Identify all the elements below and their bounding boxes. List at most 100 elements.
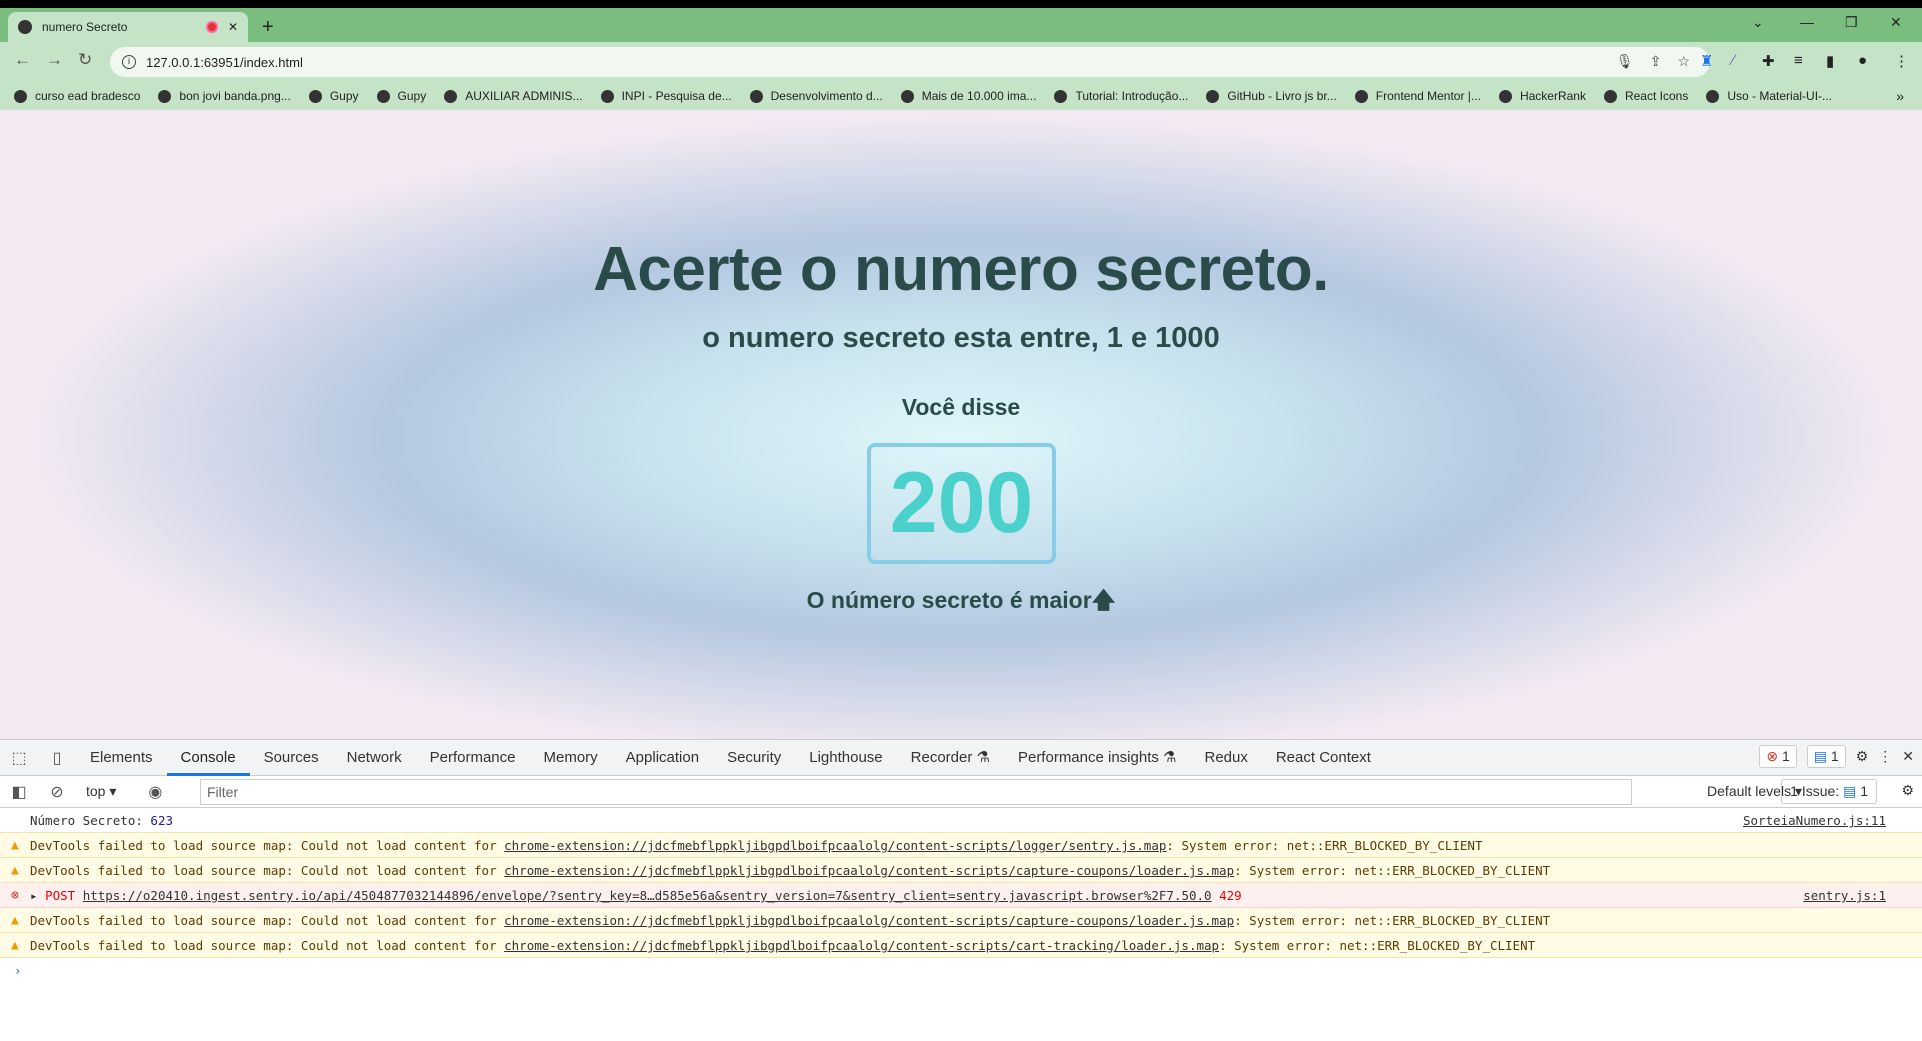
close-window-button[interactable]: ✕ bbox=[1890, 14, 1902, 31]
issues-button[interactable]: 1 Issue: ▤ 1 bbox=[1781, 779, 1877, 804]
tab-redux[interactable]: Redux bbox=[1190, 740, 1261, 776]
reload-icon[interactable]: ↻ bbox=[78, 50, 92, 70]
tab-performance-insights[interactable]: Performance insights ⚗ bbox=[1004, 740, 1191, 776]
eye-icon[interactable]: ◉ bbox=[136, 782, 174, 802]
tab-elements[interactable]: Elements bbox=[76, 740, 167, 776]
bookmark-item[interactable]: AUXILIAR ADMINIS... bbox=[444, 89, 583, 103]
browser-toolbar: ← → ↻ i 127.0.0.1:63951/index.html 🎙 ⇪ ☆… bbox=[0, 42, 1922, 82]
source-map-link[interactable]: chrome-extension://jdcfmebflppkljibgpdlb… bbox=[504, 838, 1166, 853]
warning-suffix: : System error: net::ERR_BLOCKED_BY_CLIE… bbox=[1166, 838, 1483, 853]
clear-console-icon[interactable]: ⊘ bbox=[38, 782, 76, 802]
result-message: O número secreto é maior🡅 bbox=[0, 584, 1922, 623]
side-panel-icon[interactable]: ▮ bbox=[1826, 52, 1834, 70]
tab-lighthouse[interactable]: Lighthouse bbox=[795, 740, 896, 776]
console-settings-icon[interactable]: ⚙ bbox=[1901, 782, 1914, 799]
info-icon[interactable]: i bbox=[122, 55, 136, 69]
bookmark-item[interactable]: Gupy bbox=[308, 89, 359, 103]
console-toolbar: ◧ ⊘ top ▾ ◉ Filter Default levels ▾ 1 Is… bbox=[0, 776, 1922, 808]
source-link[interactable]: sentry.js:1 bbox=[1803, 883, 1886, 908]
close-tab-icon[interactable]: ✕ bbox=[228, 20, 238, 34]
context-value: top bbox=[86, 783, 106, 799]
forward-icon[interactable]: → bbox=[46, 50, 63, 70]
error-count-badge[interactable]: ⊗ 1 bbox=[1759, 745, 1797, 768]
bookmark-item[interactable]: Gupy bbox=[376, 89, 426, 103]
menu-icon[interactable]: ⋮ bbox=[1894, 52, 1909, 70]
tab-console[interactable]: Console bbox=[166, 740, 250, 776]
filter-input[interactable]: Filter bbox=[200, 779, 1632, 805]
error-url-link[interactable]: https://o20410.ingest.sentry.io/api/4504… bbox=[83, 888, 1212, 903]
avatar[interactable]: ● bbox=[1858, 52, 1867, 69]
tab-sources[interactable]: Sources bbox=[250, 740, 333, 776]
console-warning: ▲ DevTools failed to load source map: Cou… bbox=[0, 858, 1922, 883]
new-tab-button[interactable]: + bbox=[262, 16, 274, 39]
console-prompt[interactable]: › bbox=[0, 958, 1922, 983]
bookmark-item[interactable]: Desenvolvimento d... bbox=[749, 89, 883, 103]
tab-security[interactable]: Security bbox=[713, 740, 795, 776]
tab-performance[interactable]: Performance bbox=[416, 740, 530, 776]
source-link[interactable]: SorteiaNumero.js:11 bbox=[1743, 808, 1886, 833]
bookmark-label: bon jovi banda.png... bbox=[179, 89, 291, 103]
log-text: Número Secreto: bbox=[30, 813, 151, 828]
bookmark-item[interactable]: GitHub - Livro js br... bbox=[1206, 89, 1337, 103]
error-status: 429 bbox=[1219, 888, 1242, 903]
bookmark-item[interactable]: bon jovi banda.png... bbox=[158, 89, 291, 103]
sidebar-toggle-icon[interactable]: ◧ bbox=[0, 782, 38, 802]
bookmark-item[interactable]: React Icons bbox=[1603, 89, 1688, 103]
tab-search-icon[interactable]: ⌄ bbox=[1752, 14, 1764, 31]
back-icon[interactable]: ← bbox=[14, 50, 31, 70]
page-subtitle: o numero secreto esta entre, 1 e 1000 bbox=[702, 322, 1220, 354]
arrow-up-icon: 🡅 bbox=[1091, 587, 1116, 613]
tab-memory[interactable]: Memory bbox=[530, 740, 612, 776]
media-icon[interactable]: ≡ bbox=[1794, 52, 1803, 69]
tab-react-context[interactable]: React Context bbox=[1262, 740, 1385, 776]
console-log: Número Secreto: 623 SorteiaNumero.js:11 bbox=[0, 808, 1922, 833]
minimize-button[interactable]: — bbox=[1800, 14, 1814, 30]
tab-application[interactable]: Application bbox=[612, 740, 713, 776]
console-warning: ▲ DevTools failed to load source map: Cou… bbox=[0, 908, 1922, 933]
log-value: 623 bbox=[150, 813, 173, 828]
context-select[interactable]: top ▾ bbox=[86, 783, 116, 800]
source-map-link[interactable]: chrome-extension://jdcfmebflppkljibgpdlb… bbox=[504, 863, 1234, 878]
bookmark-favicon-icon bbox=[158, 89, 172, 103]
bookmark-favicon-icon bbox=[1354, 89, 1368, 103]
tab-title: numero Secreto bbox=[42, 20, 128, 34]
bookmark-favicon-icon bbox=[1603, 89, 1617, 103]
bookmarks-overflow-icon[interactable]: » bbox=[1896, 88, 1904, 104]
source-map-link[interactable]: chrome-extension://jdcfmebflppkljibgpdlb… bbox=[504, 938, 1219, 953]
tab-network[interactable]: Network bbox=[333, 740, 416, 776]
bookmark-item[interactable]: INPI - Pesquisa de... bbox=[600, 89, 732, 103]
browser-tab[interactable]: numero Secreto ✕ bbox=[8, 12, 248, 42]
bookmark-item[interactable]: Mais de 10.000 ima... bbox=[900, 89, 1036, 103]
bookmark-label: GitHub - Livro js br... bbox=[1227, 89, 1337, 103]
bookmark-item[interactable]: curso ead bradesco bbox=[14, 89, 140, 103]
bookmark-item[interactable]: Frontend Mentor |... bbox=[1354, 89, 1481, 103]
more-icon[interactable]: ⋮ bbox=[1878, 748, 1892, 765]
bookmark-item[interactable]: Tutorial: Introdução... bbox=[1054, 89, 1188, 103]
extension-icon[interactable]: ♜ bbox=[1700, 52, 1713, 70]
tab-recorder[interactable]: Recorder ⚗ bbox=[897, 740, 1004, 776]
devtools-panel: ⬚ ▯ Elements Console Sources Network Perform… bbox=[0, 739, 1922, 1041]
warning-suffix: : System error: net::ERR_BLOCKED_BY_CLIE… bbox=[1234, 863, 1551, 878]
expand-icon[interactable]: ▸ bbox=[30, 888, 38, 903]
restore-button[interactable]: ❐ bbox=[1845, 14, 1858, 31]
inspect-icon[interactable]: ⬚ bbox=[0, 748, 38, 768]
bookmark-favicon-icon bbox=[1206, 89, 1220, 103]
device-toolbar-icon[interactable]: ▯ bbox=[38, 748, 76, 768]
bookmark-label: Tutorial: Introdução... bbox=[1075, 89, 1189, 103]
bookmark-favicon-icon bbox=[444, 89, 458, 103]
issues-label: 1 Issue: bbox=[1790, 783, 1840, 799]
extensions-puzzle-icon[interactable]: ✚ bbox=[1762, 52, 1775, 70]
star-icon[interactable]: ☆ bbox=[1677, 53, 1690, 70]
bookmark-item[interactable]: Uso - Material-UI-... bbox=[1706, 89, 1832, 103]
source-map-link[interactable]: chrome-extension://jdcfmebflppkljibgpdlb… bbox=[504, 913, 1234, 928]
settings-icon[interactable]: ⚙ bbox=[1856, 748, 1869, 765]
close-devtools-icon[interactable]: ✕ bbox=[1902, 748, 1914, 765]
bookmark-item[interactable]: HackerRank bbox=[1498, 89, 1586, 103]
address-bar[interactable]: i 127.0.0.1:63951/index.html 🎙 ⇪ ☆ bbox=[110, 47, 1710, 77]
message-count-badge[interactable]: ▤ 1 bbox=[1806, 745, 1846, 768]
bookmark-label: Gupy bbox=[329, 89, 359, 103]
microphone-icon[interactable]: 🎙 bbox=[1616, 53, 1634, 70]
share-icon[interactable]: ⇪ bbox=[1650, 53, 1662, 70]
warning-text: DevTools failed to load source map: Coul… bbox=[30, 863, 505, 878]
feather-icon[interactable]: ∕ bbox=[1732, 52, 1735, 69]
